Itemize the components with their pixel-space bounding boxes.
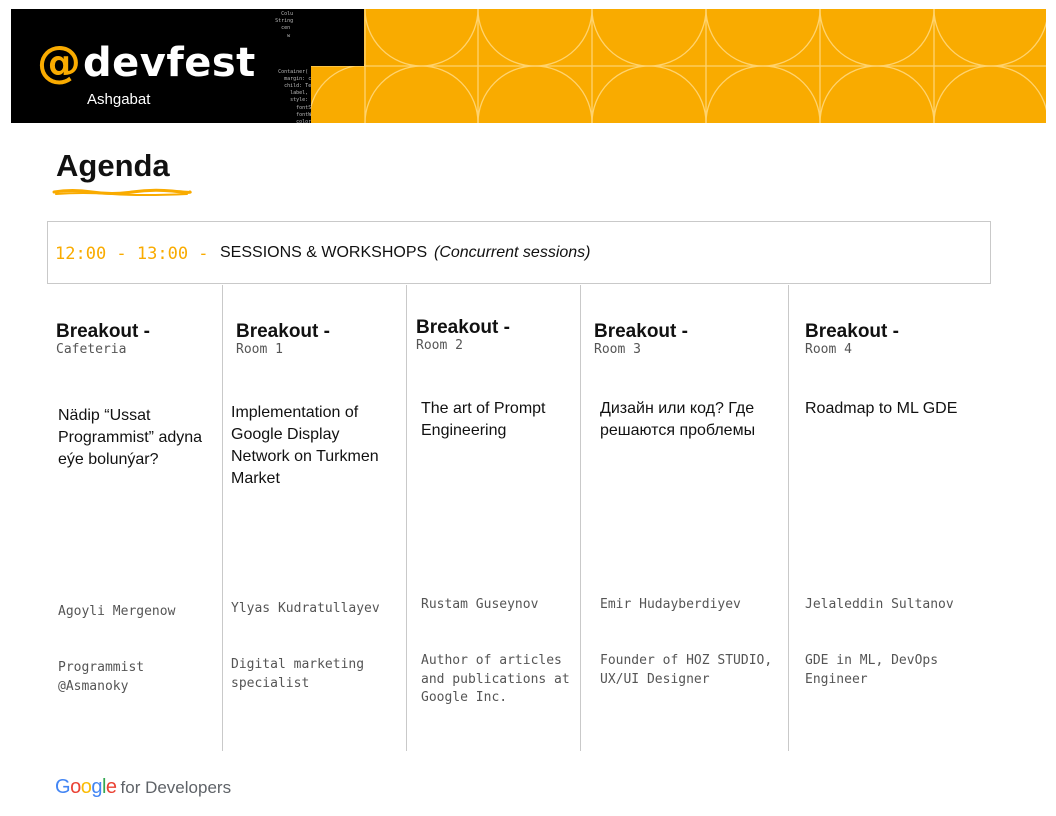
speaker-role: Founder of HOZ STUDIO, UX/UI Designer (600, 653, 773, 687)
column-divider (788, 285, 789, 751)
session-time: 12:00 - 13:00 - (55, 244, 209, 264)
talk-title: Дизайн или код? Где решаются проблемы (600, 400, 756, 439)
breakout-room: Room 2 (416, 338, 463, 353)
talk-title: The art of Prompt Engineering (421, 400, 546, 439)
google-for-developers-logo: Google for Developers (55, 776, 231, 799)
breakout-header: Breakout - Room 2 (416, 317, 510, 354)
speaker-name: Ylyas Kudratullayev (231, 601, 380, 616)
session-note: (Concurrent sessions) (434, 244, 591, 261)
breakout-room: Room 3 (594, 342, 641, 357)
banner-pattern (251, 9, 1046, 123)
breakout-header: Breakout - Room 4 (805, 321, 899, 358)
talk-title: Nädip “Ussat Programmist” adyna eýe bolu… (58, 407, 203, 468)
breakout-title: Breakout - (56, 321, 150, 342)
column-divider (222, 285, 223, 751)
google-wordmark: Google (55, 776, 117, 798)
breakout-title: Breakout - (594, 321, 688, 342)
page-title: Agenda (56, 148, 170, 183)
speaker-role: GDE in ML, DevOps Engineer (805, 653, 939, 687)
title-underline-scribble (52, 188, 192, 196)
breakout-title: Breakout - (236, 321, 330, 342)
breakout-room: Cafeteria (56, 342, 127, 357)
column-divider (406, 285, 407, 751)
session-header: 12:00 - 13:00 - SESSIONS & WORKSHOPS (Co… (47, 221, 991, 284)
devfest-logo: @ devfest (37, 41, 256, 85)
code-snippet-decoration: Colu String cen w Container( margin: con… (275, 11, 311, 123)
event-banner: Colu String cen w Container( margin: con… (11, 9, 1046, 123)
speaker-name: Jelaleddin Sultanov (805, 597, 954, 612)
breakout-room: Room 4 (805, 342, 852, 357)
footer-tagline: for Developers (120, 778, 232, 797)
talk-title: Roadmap to ML GDE (805, 400, 958, 417)
logo-city: Ashgabat (87, 91, 151, 108)
breakout-title: Breakout - (805, 321, 899, 342)
talk-title: Implementation of Google Display Network… (231, 404, 379, 487)
breakout-title: Breakout - (416, 317, 510, 338)
session-label: SESSIONS & WORKSHOPS (220, 244, 428, 261)
breakout-header: Breakout - Room 1 (236, 321, 330, 358)
speaker-role: Programmist @Asmanoky (58, 660, 145, 694)
breakout-header: Breakout - Cafeteria (56, 321, 150, 358)
speaker-name: Rustam Guseynov (421, 597, 539, 612)
breakout-header: Breakout - Room 3 (594, 321, 688, 358)
column-divider (580, 285, 581, 751)
speaker-role: Digital marketing specialist (231, 657, 365, 691)
speaker-name: Emir Hudayberdiyev (600, 597, 741, 612)
speaker-name: Agoyli Mergenow (58, 604, 176, 619)
breakout-room: Room 1 (236, 342, 283, 357)
speaker-role: Author of articles and publications at G… (421, 653, 570, 705)
logo-at-symbol: @ (37, 37, 81, 88)
logo-wordmark: devfest (83, 40, 256, 86)
